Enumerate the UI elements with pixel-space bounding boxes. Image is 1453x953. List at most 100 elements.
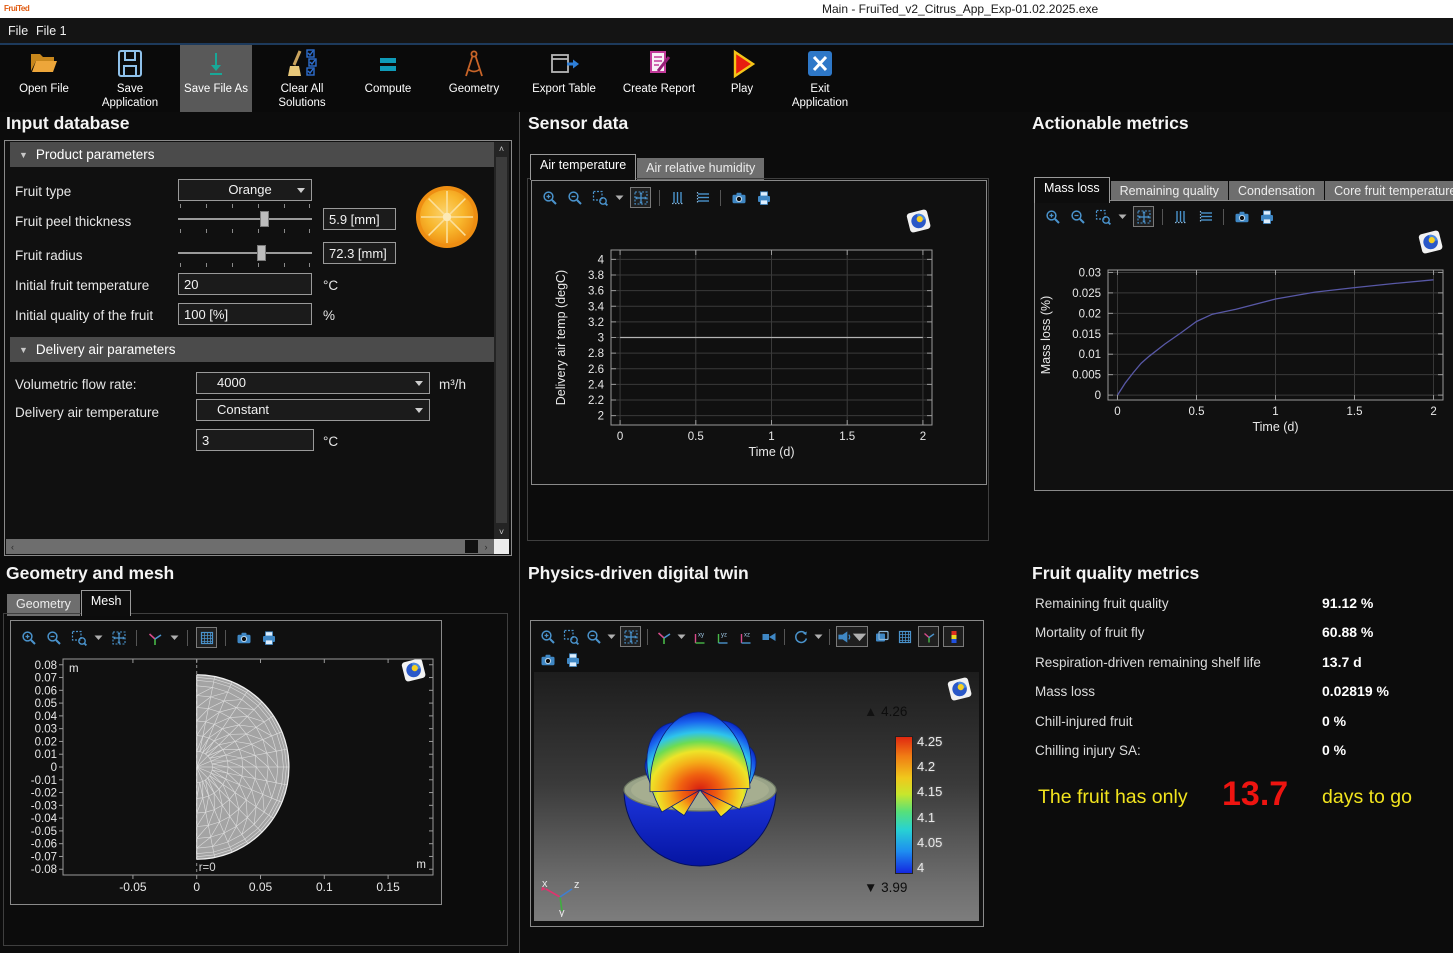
exit-application-button[interactable]: Exit Application — [784, 45, 856, 112]
digital-twin-scene[interactable]: ▲ 4.26 4.254.24.154.14.054 ▼ 3.99 x y z — [534, 672, 979, 921]
play-triangle-icon — [727, 48, 757, 80]
perspective-view-icon[interactable] — [759, 627, 778, 646]
environment-scenes-icon[interactable] — [872, 627, 891, 646]
scroll-right-arrow[interactable]: › — [479, 539, 493, 554]
zoom-box-icon[interactable] — [1093, 207, 1112, 226]
zoom-box-caret-icon[interactable] — [607, 633, 616, 640]
svg-text:2: 2 — [1430, 406, 1436, 418]
show-grid-icon[interactable] — [895, 627, 914, 646]
vertical-scrollbar[interactable]: ˄ ˅ — [494, 142, 509, 539]
snapshot-camera-icon[interactable] — [538, 650, 557, 669]
peel-slider-handle[interactable] — [260, 211, 269, 227]
scene-light-icon[interactable] — [836, 626, 868, 647]
snapshot-camera-icon[interactable] — [1232, 207, 1251, 226]
geometry-button[interactable]: Geometry — [438, 45, 510, 112]
zoom-box-caret-icon[interactable] — [94, 634, 103, 641]
axis-orientation-icon[interactable] — [145, 628, 164, 647]
alert-days-number: 13.7 — [1222, 775, 1288, 814]
axis-orientation-icon[interactable] — [654, 627, 673, 646]
export-table-button[interactable]: Export Table — [524, 45, 604, 112]
scroll-down-arrow[interactable]: ˅ — [494, 525, 509, 539]
svg-text:2: 2 — [598, 411, 604, 423]
svg-text:0.01: 0.01 — [35, 749, 57, 761]
tab-air-relative-humidity[interactable]: Air relative humidity — [637, 158, 764, 180]
save-application-button[interactable]: Save Application — [94, 45, 166, 112]
view-xy-icon[interactable] — [690, 627, 709, 646]
peel-thickness-slider[interactable] — [178, 211, 312, 227]
zoom-extents-icon[interactable] — [620, 626, 641, 647]
zoom-in-icon[interactable] — [538, 627, 557, 646]
zoom-extents-icon[interactable] — [109, 628, 128, 647]
zoom-box-caret-icon[interactable] — [615, 194, 624, 201]
zoom-in-icon[interactable] — [1043, 207, 1062, 226]
fruit-type-dropdown[interactable]: Orange — [178, 179, 312, 201]
snapshot-camera-icon[interactable] — [234, 628, 253, 647]
horizontal-scrollbar-thumb[interactable] — [465, 540, 478, 553]
radius-slider-handle[interactable] — [257, 245, 266, 261]
fruit-radius-slider[interactable] — [178, 245, 312, 261]
x-axis-scale-icon[interactable] — [1196, 207, 1215, 226]
exit-x-icon — [806, 48, 834, 80]
svg-text:Time (d): Time (d) — [748, 445, 794, 459]
view-yz-icon[interactable] — [713, 627, 732, 646]
menu-item-file1[interactable]: File 1 — [30, 22, 73, 40]
compute-button[interactable]: Compute — [352, 45, 424, 112]
zoom-out-icon[interactable] — [44, 628, 63, 647]
zoom-box-icon[interactable] — [69, 628, 88, 647]
play-button[interactable]: Play — [714, 45, 770, 112]
clear-all-solutions-button[interactable]: Clear All Solutions — [266, 45, 338, 112]
zoom-box-icon[interactable] — [584, 627, 603, 646]
zoom-out-icon[interactable] — [561, 627, 580, 646]
peel-thickness-value[interactable] — [323, 208, 396, 230]
zoom-box-caret-icon[interactable] — [1118, 213, 1127, 220]
print-icon[interactable] — [259, 628, 278, 647]
application-window: xy yz xz — [0, 0, 1453, 953]
y-axis-scale-icon[interactable] — [1171, 207, 1190, 226]
fruit-radius-value[interactable] — [323, 242, 396, 264]
scroll-left-arrow[interactable]: ‹ — [6, 539, 19, 554]
svg-text:3.8: 3.8 — [588, 270, 604, 282]
tab-mass-loss[interactable]: Mass loss — [1034, 177, 1110, 203]
zoom-in-icon[interactable] — [19, 628, 38, 647]
initial-temp-input[interactable] — [178, 273, 312, 295]
view-xz-icon[interactable] — [736, 627, 755, 646]
show-axis-orientation-icon[interactable] — [918, 626, 939, 647]
zoom-out-icon[interactable] — [1068, 207, 1087, 226]
vertical-scrollbar-thumb[interactable] — [496, 157, 507, 523]
digital-twin-toolbar-row1 — [538, 626, 964, 647]
print-icon[interactable] — [1257, 207, 1276, 226]
initial-quality-input[interactable] — [178, 303, 312, 325]
show-grid-icon[interactable] — [196, 627, 217, 648]
tab-air-temperature[interactable]: Air temperature — [530, 154, 636, 180]
delivery-air-parameters-header[interactable]: ▼Delivery air parameters — [10, 337, 494, 362]
rotate-caret-icon[interactable] — [814, 633, 823, 640]
colorbar-tick-label: 4.15 — [917, 784, 942, 799]
svg-text:3.2: 3.2 — [588, 317, 604, 329]
rotate-view-icon[interactable] — [791, 627, 810, 646]
zoom-extents-icon[interactable] — [1133, 206, 1154, 227]
export-table-icon — [548, 48, 580, 80]
svg-text:-0.07: -0.07 — [31, 851, 57, 863]
svg-text:0.1: 0.1 — [316, 880, 333, 894]
tab-mesh[interactable]: Mesh — [81, 590, 132, 616]
scroll-up-arrow[interactable]: ˄ — [494, 142, 509, 156]
print-icon[interactable] — [563, 650, 582, 669]
svg-text:0: 0 — [617, 431, 623, 443]
air-temp-mode-dropdown[interactable]: Constant — [196, 399, 430, 421]
save-file-as-button[interactable]: Save File As — [180, 45, 252, 112]
digital-twin-toolbar-row2 — [538, 649, 582, 670]
air-temp-value-input[interactable] — [196, 429, 314, 451]
orange-fruit-image — [414, 184, 480, 255]
svg-text:3: 3 — [598, 333, 604, 345]
open-file-button[interactable]: Open File — [8, 45, 80, 112]
svg-text:-0.01: -0.01 — [31, 775, 57, 787]
svg-text:0: 0 — [51, 762, 57, 774]
flow-rate-dropdown[interactable]: 4000 — [196, 372, 430, 394]
product-parameters-header[interactable]: ▼Product parameters — [10, 142, 494, 167]
show-color-legend-icon[interactable] — [943, 626, 964, 647]
create-report-button[interactable]: Create Report — [618, 45, 700, 112]
axis-orientation-caret-icon[interactable] — [170, 634, 179, 641]
axis-orientation-caret-icon[interactable] — [677, 633, 686, 640]
horizontal-scrollbar[interactable]: ‹ › — [6, 539, 494, 554]
svg-text:0.025: 0.025 — [1072, 288, 1101, 300]
